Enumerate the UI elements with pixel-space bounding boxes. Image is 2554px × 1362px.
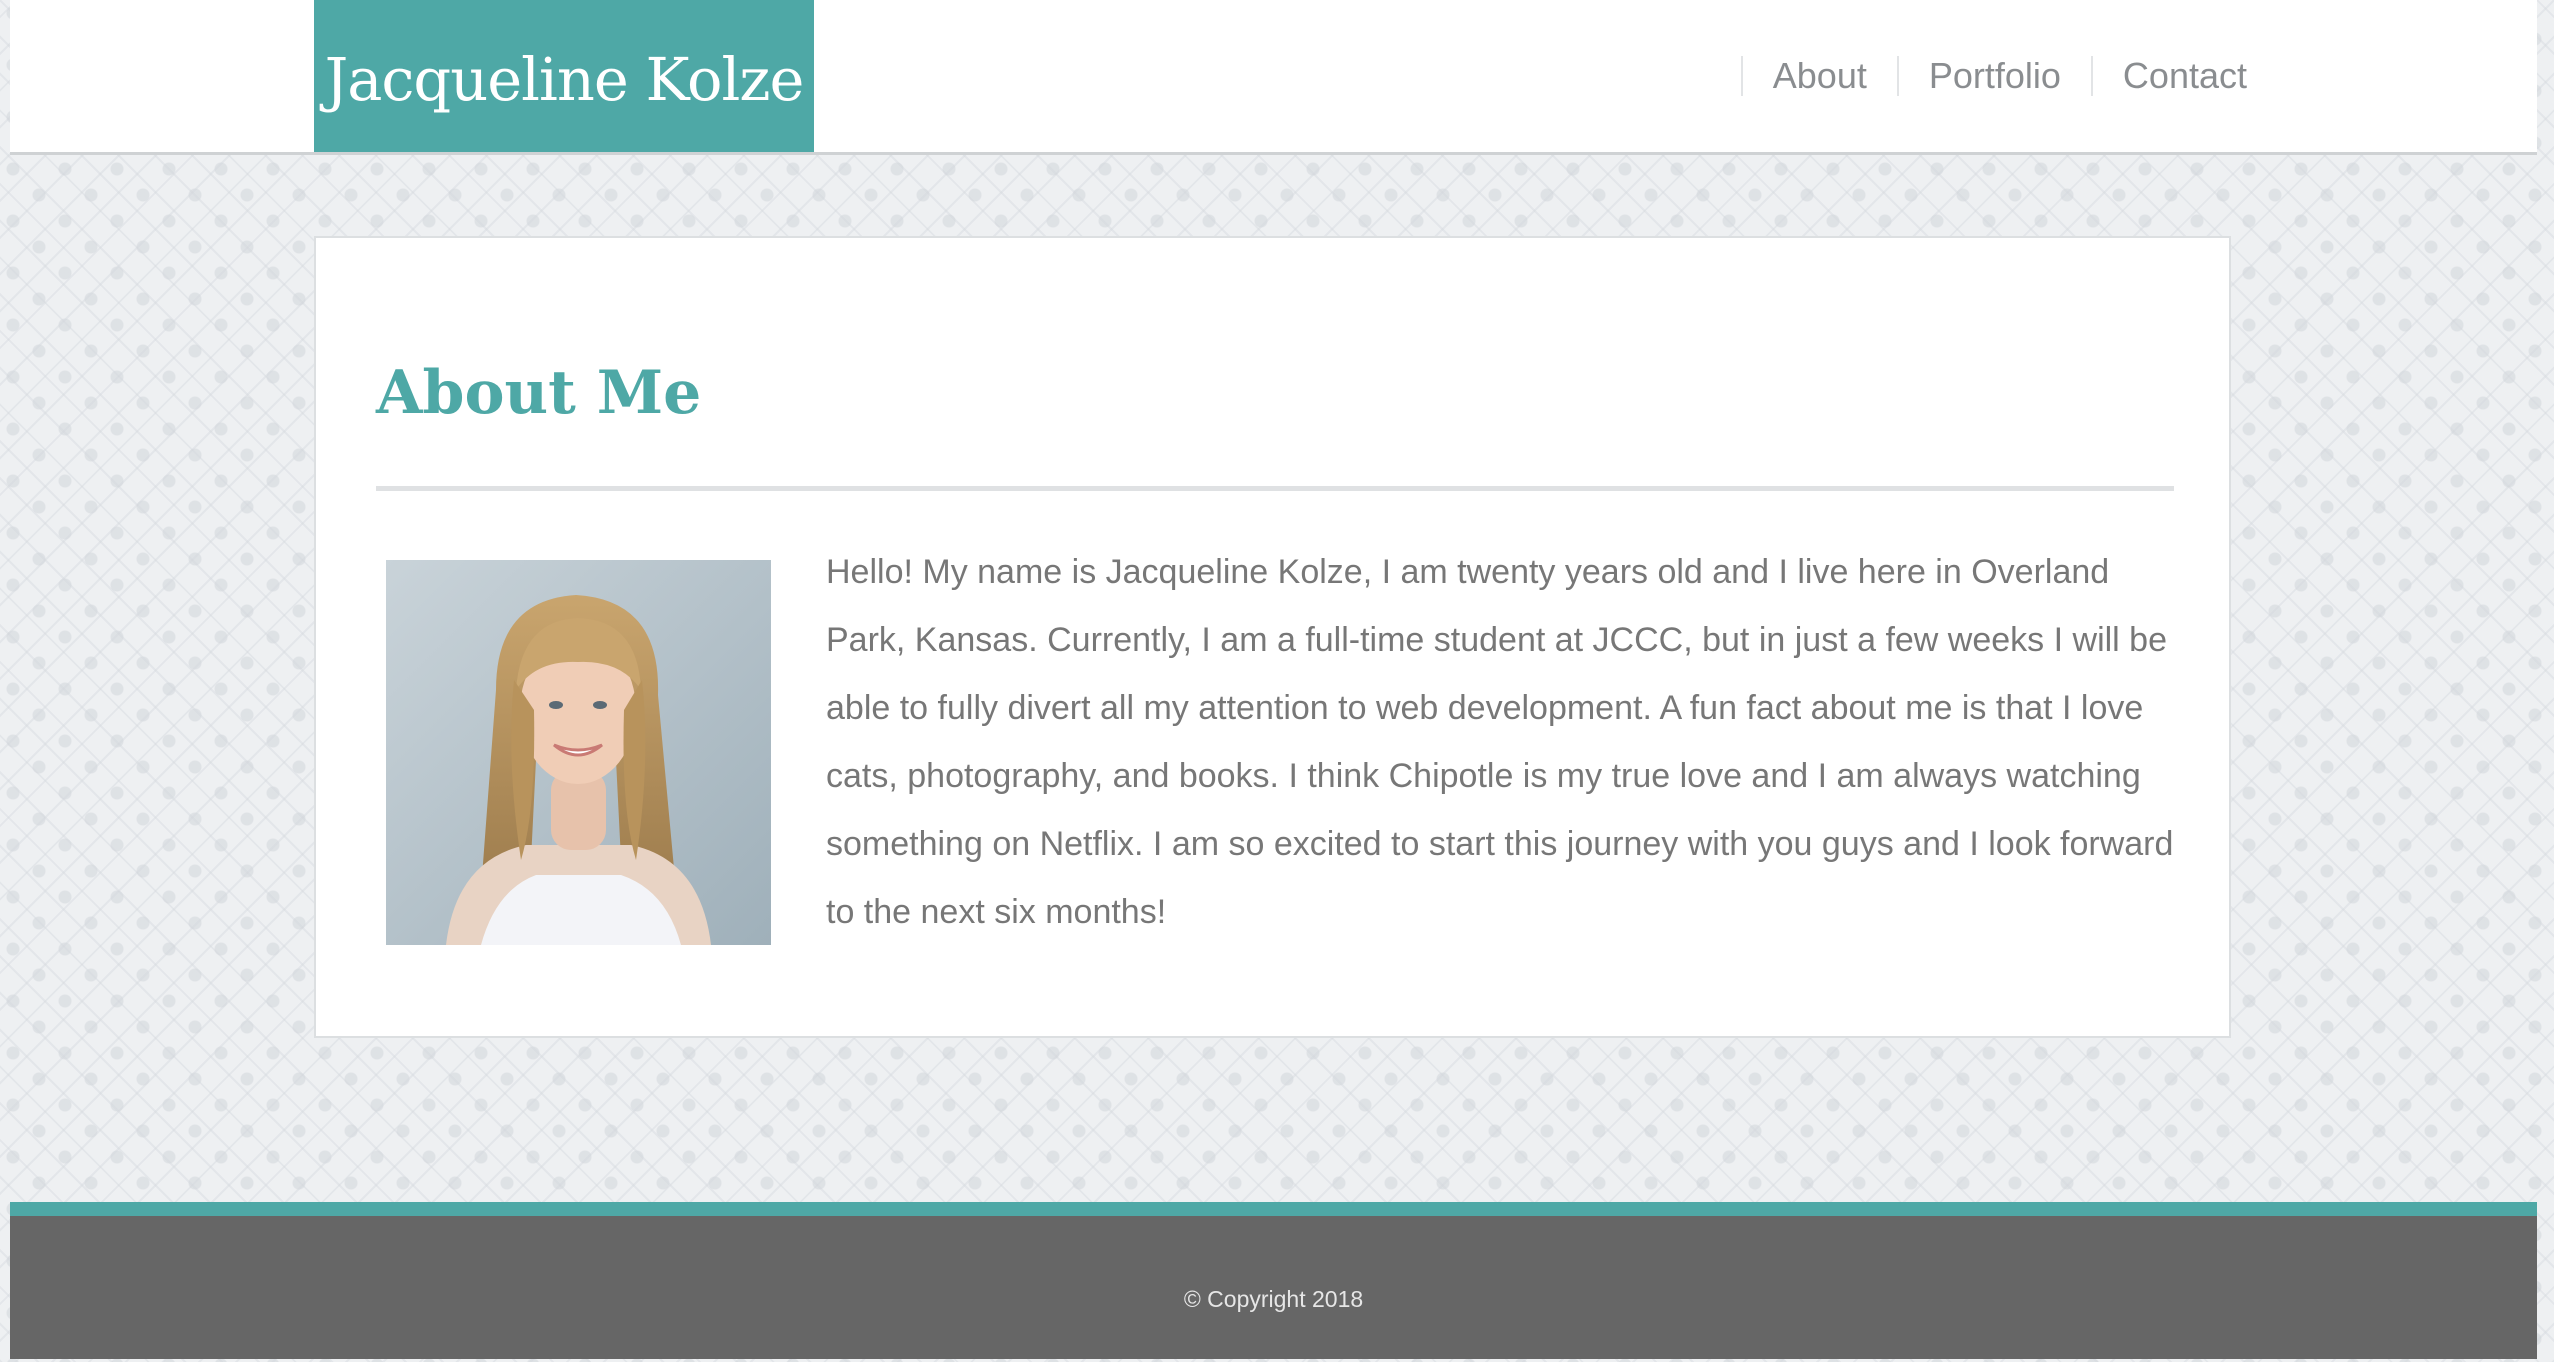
- portrait-image: [386, 560, 771, 945]
- site-logo[interactable]: Jacqueline Kolze: [314, 0, 814, 152]
- title-divider: [376, 486, 2174, 491]
- page-title: About Me: [376, 358, 702, 428]
- bio-paragraph: Hello! My name is Jacqueline Kolze, I am…: [826, 553, 2174, 931]
- main-nav: About Portfolio Contact: [1740, 0, 2247, 152]
- nav-item-about[interactable]: About: [1740, 55, 1867, 96]
- nav-item-contact[interactable]: Contact: [2090, 55, 2247, 96]
- nav-item-portfolio[interactable]: Portfolio: [1896, 55, 2061, 96]
- about-card: About Me Hello! My name is Jacqueline Ko…: [314, 236, 2231, 1038]
- site-footer: © Copyright 2018: [10, 1202, 2537, 1359]
- site-header: Jacqueline Kolze About Portfolio Contact: [10, 0, 2537, 155]
- profile-photo: [386, 560, 771, 945]
- copyright-text: © Copyright 2018: [1183, 1286, 1364, 1312]
